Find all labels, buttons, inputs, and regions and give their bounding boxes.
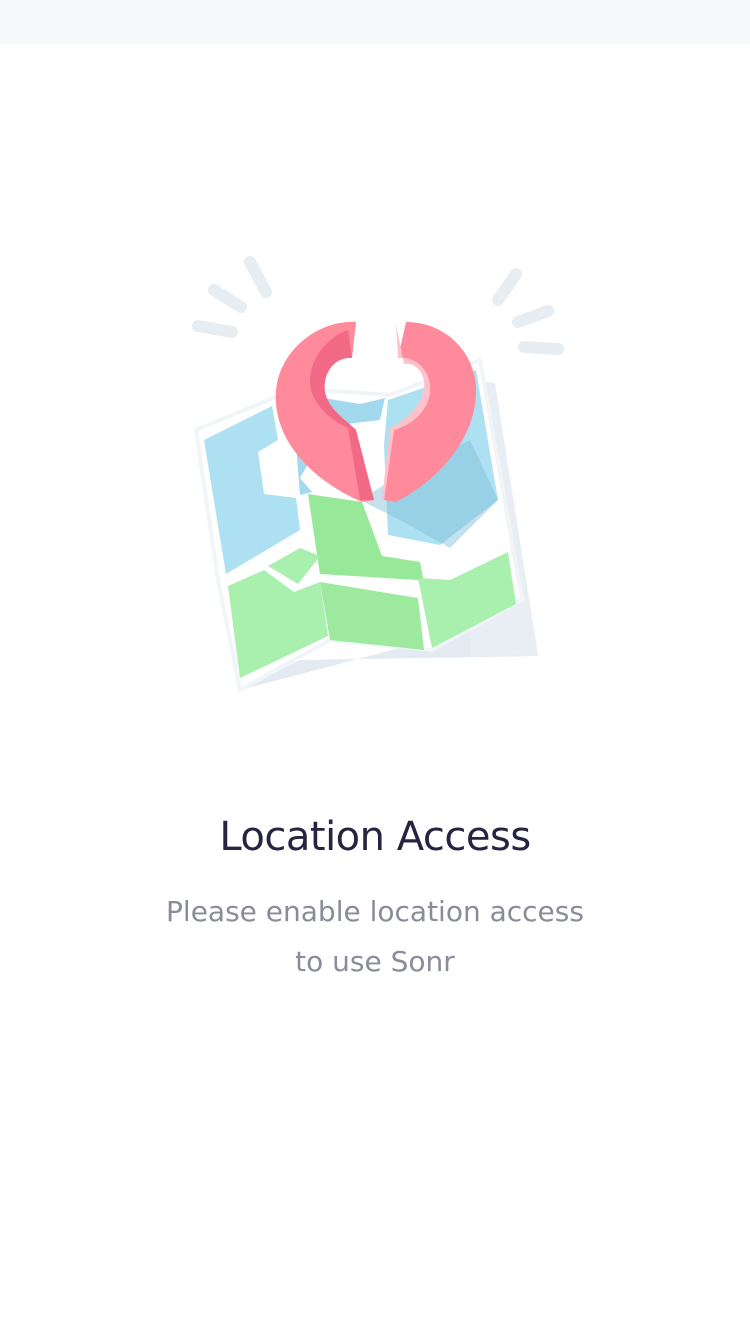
subtitle-line-1: Please enable location access [166, 895, 584, 928]
status-bar [0, 0, 750, 44]
map-with-location-pin-icon [192, 256, 564, 692]
page-title: Location Access [219, 814, 531, 860]
ray-lines [192, 256, 564, 355]
subtitle-line-2: to use Sonr [295, 945, 455, 978]
page-subtitle: Please enable location access to use Son… [150, 887, 600, 987]
